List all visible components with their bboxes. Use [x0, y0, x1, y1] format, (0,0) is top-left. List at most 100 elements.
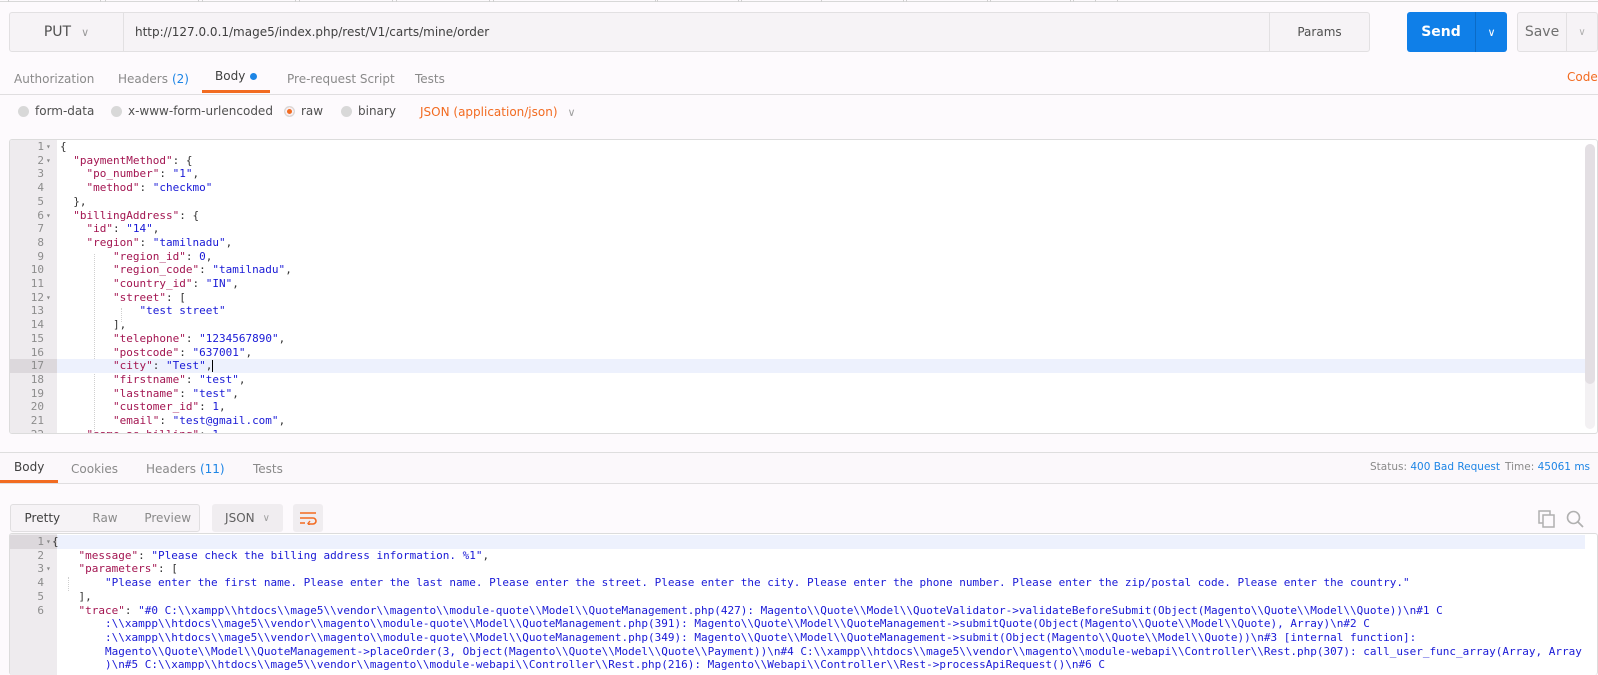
- vertical-scrollbar[interactable]: [1585, 144, 1595, 429]
- resp-tab-body[interactable]: Body: [0, 453, 59, 483]
- code-text: "trace": "#0 C:\\xampp\\htdocs\\mage5\\v…: [78, 603, 1443, 617]
- code-text: "parameters": [: [78, 562, 178, 576]
- line-number: 7: [37, 222, 44, 236]
- radio-raw[interactable]: raw: [284, 104, 323, 118]
- code-text: "lastname": "test",: [112, 386, 239, 400]
- line-number: 20: [30, 400, 44, 414]
- radio-x-www-form-urlencoded[interactable]: x-www-form-urlencoded: [111, 104, 273, 118]
- time-value: 45061 ms: [1537, 461, 1591, 473]
- save-options-button[interactable]: ∨: [1567, 13, 1597, 51]
- line-number: 22: [10, 428, 44, 433]
- tab-label: Body: [14, 459, 45, 474]
- method-label: PUT: [43, 24, 72, 40]
- code-line: :\\xampp\\htdocs\\mage5\\vendor\\magento…: [10, 617, 1585, 631]
- chevron-down-icon: ∨: [262, 512, 270, 524]
- content-type-label: JSON (application/json): [420, 105, 558, 119]
- code-text: "paymentMethod": {: [73, 153, 193, 167]
- view-preview-button[interactable]: Preview: [136, 505, 199, 531]
- status-label: Status:: [1370, 461, 1407, 473]
- params-button[interactable]: Params: [1269, 13, 1369, 51]
- resp-tab-headers[interactable]: Headers (11): [146, 453, 225, 484]
- save-button[interactable]: Save: [1518, 13, 1567, 51]
- code-text: "method": "checkmo": [86, 181, 213, 195]
- fold-toggle-icon[interactable]: ▾: [46, 154, 51, 168]
- view-mode-group: Pretty Raw Preview: [10, 504, 200, 532]
- chevron-down-icon: ∨: [81, 25, 90, 39]
- code-text: {: [52, 535, 59, 548]
- fold-toggle-icon[interactable]: ▾: [46, 140, 51, 154]
- wrap-lines-button[interactable]: [293, 504, 323, 532]
- response-time: Time: 45061 ms: [1505, 461, 1590, 473]
- code-line: 4 "method": "checkmo": [10, 181, 1585, 195]
- radio-binary[interactable]: binary: [341, 104, 396, 118]
- body-type-selector: form-data x-www-form-urlencoded raw bina…: [0, 100, 1598, 126]
- send-options-button[interactable]: ∨: [1476, 12, 1507, 52]
- tab-label: Pre-request Script: [287, 71, 395, 86]
- view-pretty-button[interactable]: Pretty: [11, 505, 74, 531]
- code-text: "same_as_billing": 1: [60, 428, 219, 433]
- line-number: 6: [37, 603, 44, 617]
- code-text: )\n#5 C:\\xampp\\htdocs\\mage5\\vendor\\…: [104, 658, 1105, 672]
- response-status: Status: 400 Bad Request: [1370, 461, 1500, 473]
- code-text: "region": "tamilnadu",: [86, 235, 233, 249]
- request-tabs: Authorization Headers (2) Body Pre-reques…: [0, 62, 1598, 95]
- code-link[interactable]: Code: [1567, 70, 1598, 84]
- line-number: 9: [37, 249, 44, 263]
- code-line: 22 "same_as_billing": 1: [10, 428, 1585, 433]
- code-text: Magento\\Quote\\Model\\QuoteManagement->…: [104, 644, 1582, 658]
- code-line: 4 "Please enter the first name. Please e…: [10, 576, 1585, 590]
- time-label: Time:: [1505, 461, 1535, 473]
- response-body-editor[interactable]: 1 ▾{2 "message": "Please check the billin…: [9, 533, 1598, 675]
- code-line: 17 "city": "Test",: [10, 359, 1585, 373]
- fold-toggle-icon[interactable]: ▾: [46, 562, 51, 576]
- code-line: 8 "region": "tamilnadu",: [10, 236, 1585, 250]
- tab-label: Body: [215, 69, 246, 83]
- radio-form-data[interactable]: form-data: [18, 104, 94, 118]
- code-text: "billingAddress": {: [73, 208, 200, 222]
- code-text: "Please enter the first name. Please ent…: [104, 576, 1410, 590]
- code-text: },: [60, 194, 87, 208]
- search-icon[interactable]: [1566, 510, 1584, 531]
- line-number: 5: [37, 194, 44, 208]
- code-line: 16 "postcode": "637001",: [10, 346, 1585, 360]
- code-text: "email": "test@gmail.com",: [112, 414, 286, 427]
- view-raw-button[interactable]: Raw: [74, 505, 137, 531]
- method-select[interactable]: PUT ∨: [10, 13, 124, 51]
- fold-toggle-icon[interactable]: ▾: [46, 209, 51, 223]
- tab-pre-request-script[interactable]: Pre-request Script: [287, 62, 395, 95]
- code-text: "country_id": "IN",: [112, 277, 239, 290]
- tab-headers[interactable]: Headers (2): [118, 62, 189, 95]
- radio-label: binary: [358, 104, 396, 118]
- scrollbar-thumb[interactable]: [1585, 144, 1595, 384]
- headers-count: (2): [171, 71, 189, 86]
- line-number: 17: [10, 359, 57, 373]
- fold-toggle-icon[interactable]: ▾: [46, 291, 51, 305]
- tab-body[interactable]: Body: [202, 62, 271, 93]
- code-line: 2 ▾ "paymentMethod": {: [10, 154, 1585, 168]
- line-number: 12: [30, 290, 44, 304]
- copy-icon[interactable]: [1538, 510, 1556, 531]
- url-input[interactable]: [124, 13, 1269, 51]
- line-number: 18: [30, 372, 44, 386]
- line-number: 3: [37, 562, 44, 576]
- request-body-editor[interactable]: 1 ▾{2 ▾ "paymentMethod": {3 "po_number": "…: [9, 139, 1598, 434]
- resp-tab-tests[interactable]: Tests: [253, 453, 283, 484]
- line-number: 13: [30, 304, 44, 318]
- code-text: ],: [60, 318, 127, 332]
- tab-label: Tests: [253, 461, 283, 476]
- wrap-lines-icon: [300, 512, 317, 525]
- code-text: :\\xampp\\htdocs\\mage5\\vendor\\magento…: [104, 630, 1417, 644]
- code-text: {: [60, 140, 67, 153]
- code-line: :\\xampp\\htdocs\\mage5\\vendor\\magento…: [10, 631, 1585, 645]
- code-line: 13 "test street": [10, 304, 1585, 318]
- response-format-select[interactable]: JSON ∨: [212, 504, 283, 532]
- modified-dot-icon: [250, 72, 258, 80]
- send-button[interactable]: Send: [1407, 12, 1476, 52]
- code-text: "firstname": "test",: [112, 372, 246, 386]
- resp-tab-cookies[interactable]: Cookies: [71, 453, 118, 484]
- tab-label: Cookies: [71, 461, 118, 476]
- tab-authorization[interactable]: Authorization: [14, 62, 94, 95]
- tab-tests[interactable]: Tests: [415, 62, 445, 95]
- content-type-select[interactable]: JSON (application/json) ∨: [420, 105, 576, 119]
- fold-toggle-icon[interactable]: ▾: [46, 535, 51, 549]
